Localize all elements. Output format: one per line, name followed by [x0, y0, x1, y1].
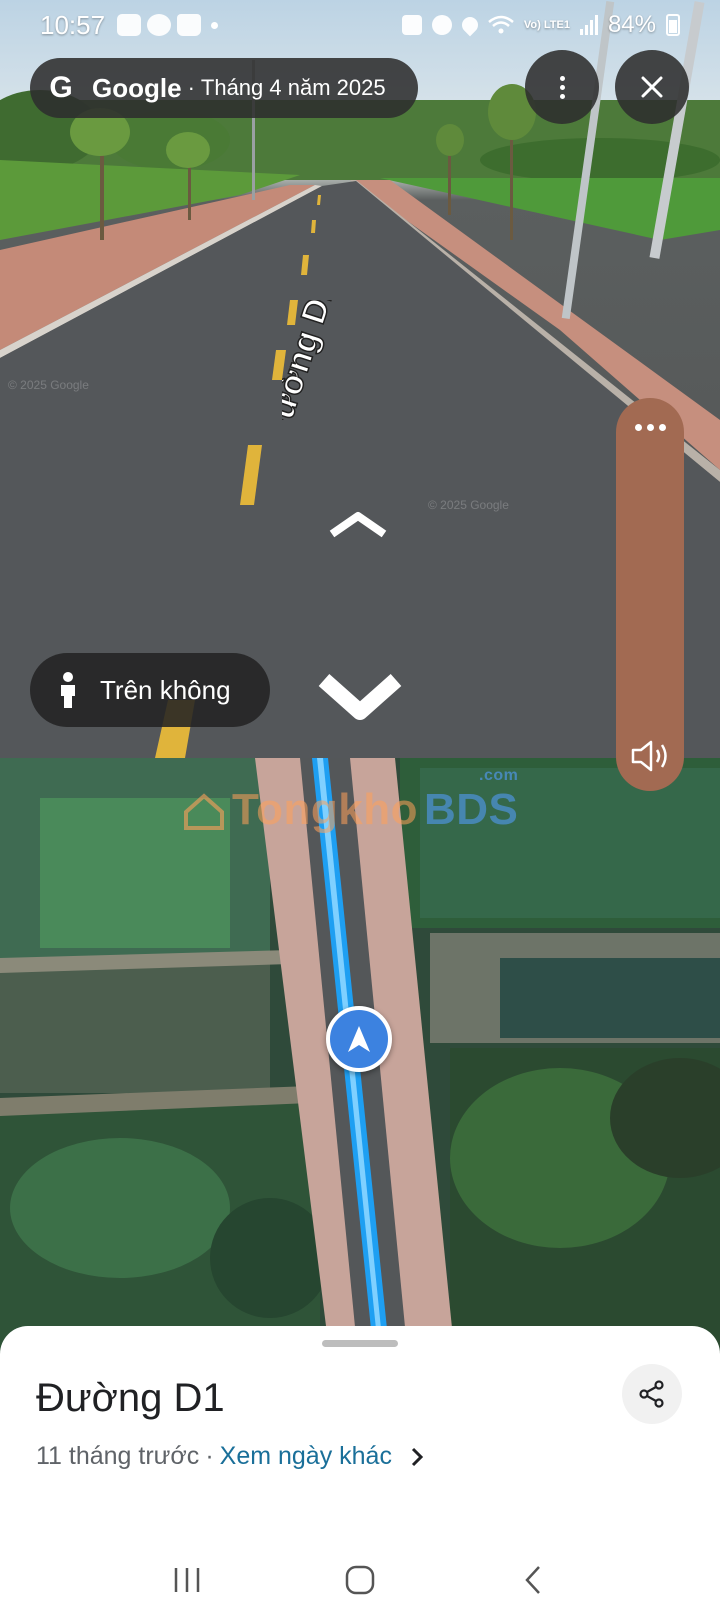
- more-vertical-icon: [559, 75, 565, 99]
- system-icons: Vo) LTE1 84%: [401, 11, 680, 39]
- house-logo-icon: [184, 793, 224, 830]
- signal-icon: [579, 15, 598, 35]
- move-forward-arrow[interactable]: [328, 510, 388, 545]
- messages-icon: [147, 14, 172, 36]
- status-time: 10:57: [40, 9, 106, 40]
- person-icon: [61, 672, 75, 708]
- location-icon: [458, 13, 482, 37]
- battery-icon: [666, 14, 680, 36]
- see-other-dates-link[interactable]: Xem ngày khác: [220, 1442, 392, 1471]
- navigation-arrow-icon: [348, 1026, 370, 1052]
- home-icon: [345, 1565, 375, 1594]
- place-title: Đường D1: [36, 1376, 225, 1420]
- recent-apps-icon: [174, 1567, 199, 1592]
- watermark-left: Tongkho: [232, 785, 418, 834]
- meta-separator: ·: [205, 1442, 214, 1470]
- chevron-right-icon[interactable]: [410, 1446, 424, 1468]
- volume-icon: [631, 740, 667, 772]
- back-icon: [525, 1565, 541, 1594]
- alarm-icon: [431, 15, 452, 35]
- recent-apps-button[interactable]: [167, 1560, 207, 1600]
- chevron-up-icon: [329, 512, 387, 538]
- share-icon: [639, 1380, 664, 1408]
- street-view-panel[interactable]: 10:57 Vo) LTE1 84% G Google · Tháng 4 nă…: [0, 0, 720, 758]
- system-navigation-bar: [0, 1554, 720, 1605]
- side-controls-panel[interactable]: [616, 398, 684, 791]
- zalo-icon: [117, 14, 142, 36]
- place-bottom-sheet[interactable]: Đường D1 11 tháng trước · Xem ngày khác: [0, 1326, 720, 1554]
- notification-icons: [117, 14, 202, 36]
- more-horizontal-icon[interactable]: [616, 424, 684, 431]
- copyright-watermark: © 2025 Google: [428, 498, 509, 512]
- chevron-down-icon: [318, 674, 402, 720]
- close-icon: [641, 76, 663, 98]
- imagery-age-row: 11 tháng trước · Xem ngày khác: [36, 1442, 424, 1471]
- aerial-view-label: Trên không: [100, 674, 231, 705]
- lock-icon: [401, 15, 422, 35]
- more-options-button[interactable]: [525, 50, 599, 124]
- separator: ·: [187, 75, 195, 100]
- share-button[interactable]: [622, 1364, 682, 1424]
- back-button[interactable]: [513, 1560, 553, 1600]
- volume-button[interactable]: [630, 738, 670, 779]
- drag-handle[interactable]: [322, 1340, 398, 1347]
- copyright-watermark: © 2025 Google: [8, 378, 89, 392]
- current-position-marker[interactable]: [326, 1006, 392, 1072]
- imagery-age: 11 tháng trước: [36, 1442, 200, 1470]
- wifi-icon: [488, 15, 514, 34]
- home-button[interactable]: [340, 1560, 380, 1600]
- watermark-suffix: .com: [479, 767, 519, 784]
- road-name-text: Đường D1: [282, 300, 344, 420]
- road-name-label: Đường D1: [255, 275, 402, 448]
- shopping-bag-icon: [177, 14, 202, 36]
- status-bar: 10:57 Vo) LTE1 84%: [0, 0, 720, 50]
- close-button[interactable]: [615, 50, 689, 124]
- google-g-icon: G: [49, 71, 73, 104]
- more-notifications-dot: [211, 21, 219, 29]
- site-watermark: Tongkho BDS .com: [182, 767, 519, 835]
- aerial-view-button[interactable]: Trên không: [30, 653, 270, 727]
- watermark-right: BDS: [423, 785, 519, 834]
- imagery-info-pill[interactable]: G Google · Tháng 4 năm 2025: [30, 58, 418, 118]
- capture-date: Tháng 4 năm 2025: [200, 75, 386, 100]
- brand-label: Google: [92, 72, 182, 103]
- battery-percent: 84%: [607, 11, 656, 38]
- move-backward-arrow[interactable]: [318, 672, 402, 737]
- network-type-label: Vo) LTE1: [523, 18, 570, 31]
